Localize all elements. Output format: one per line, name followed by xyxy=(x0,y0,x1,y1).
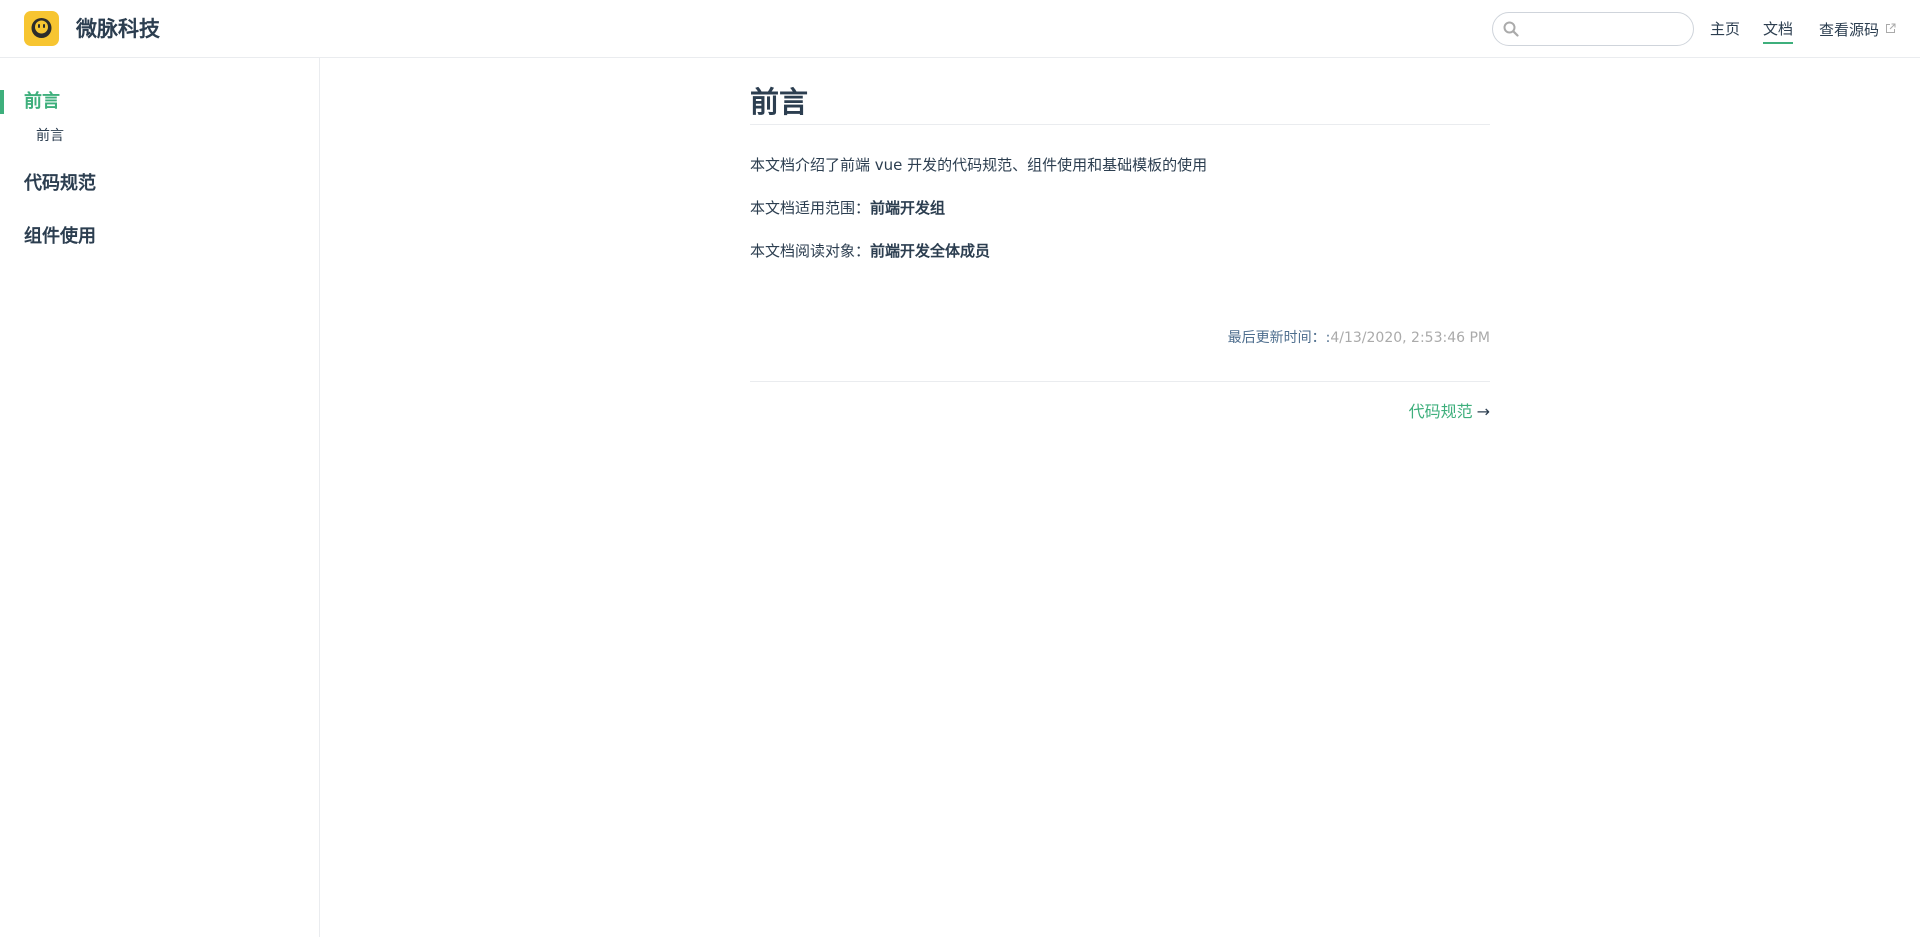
page-nav-divider xyxy=(750,381,1490,382)
sidebar-group-preface[interactable]: 前言 xyxy=(0,90,320,114)
nav-docs-link[interactable]: 文档 xyxy=(1763,16,1794,44)
next-arrow-icon: → xyxy=(1476,402,1490,421)
next-page-link[interactable]: 代码规范 → xyxy=(1409,400,1490,424)
sidebar-item-preface[interactable]: 前言 xyxy=(36,126,64,146)
sidebar: 前言 前言 代码规范 组件使用 xyxy=(0,58,320,937)
scope-paragraph: 本文档适用范围：前端开发组 xyxy=(750,195,945,221)
intro-paragraph: 本文档介绍了前端 vue 开发的代码规范、组件使用和基础模板的使用 xyxy=(750,156,1208,174)
sidebar-group-code-standards[interactable]: 代码规范 xyxy=(0,172,320,196)
site-name[interactable]: 微脉科技 xyxy=(76,14,160,44)
navbar: 微脉科技 主页 文档 查看源码 xyxy=(0,0,1920,58)
audience-value: 前端开发全体成员 xyxy=(870,242,991,260)
nav-home-link[interactable]: 主页 xyxy=(1710,16,1740,42)
audience-paragraph: 本文档阅读对象：前端开发全体成员 xyxy=(750,238,990,264)
nav-source-link[interactable]: 查看源码 xyxy=(1819,16,1896,43)
search-input[interactable] xyxy=(1527,13,1687,45)
next-page-label: 代码规范 xyxy=(1408,402,1473,421)
scope-label: 本文档适用范围： xyxy=(750,199,871,217)
last-updated: 最后更新时间：:4/13/2020, 2:53:46 PM xyxy=(1228,328,1490,348)
nav-source-label: 查看源码 xyxy=(1819,21,1880,39)
page-title: 前言 xyxy=(750,82,1490,125)
external-link-icon xyxy=(1885,16,1896,42)
search-box[interactable] xyxy=(1492,12,1694,46)
sidebar-group-component-usage[interactable]: 组件使用 xyxy=(0,225,320,249)
search-icon xyxy=(1503,21,1519,41)
last-updated-time: 4/13/2020, 2:53:46 PM xyxy=(1330,330,1490,346)
scope-value: 前端开发组 xyxy=(870,199,946,217)
audience-label: 本文档阅读对象： xyxy=(750,242,871,260)
logo-icon[interactable] xyxy=(24,11,59,46)
last-updated-prefix: 最后更新时间：: xyxy=(1227,330,1331,346)
